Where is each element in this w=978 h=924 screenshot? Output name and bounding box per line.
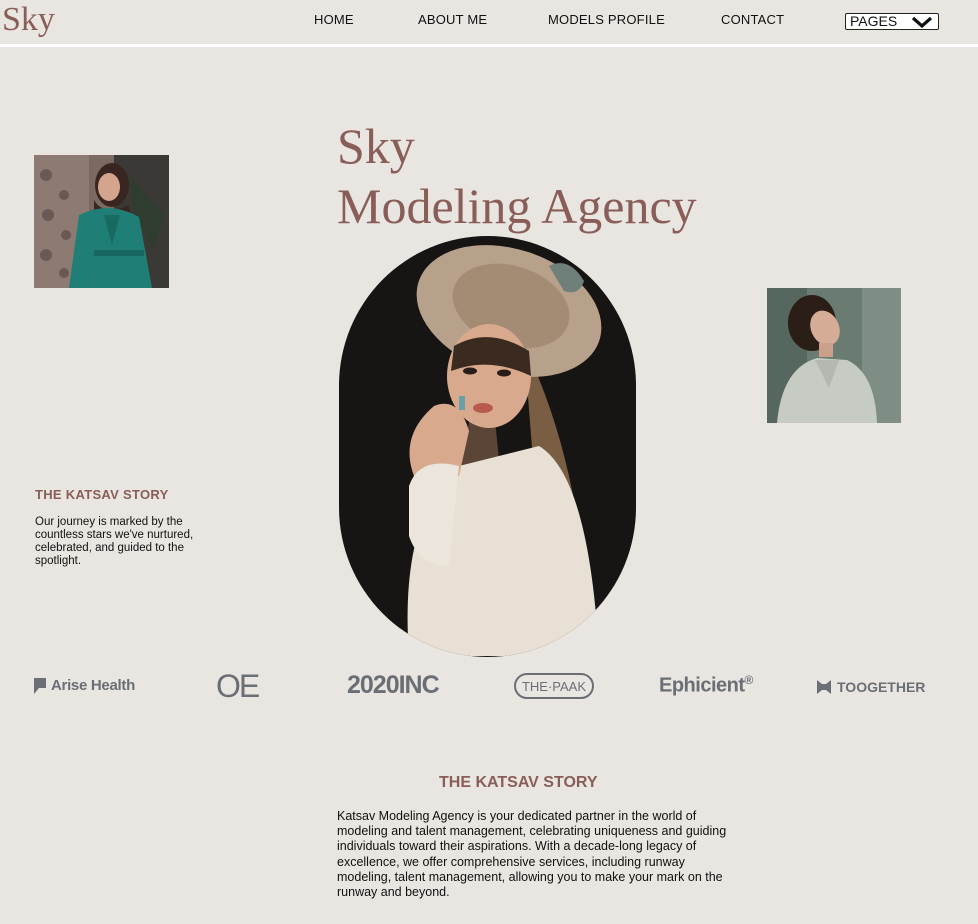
- chevron-down-icon: [912, 16, 933, 28]
- brand-logo-oe: OE: [216, 668, 260, 704]
- brand-logo-the-paak: THE·PAAK: [514, 673, 594, 699]
- brand-toogether-text: TOOGETHER: [837, 679, 926, 695]
- registered-mark: ®: [744, 673, 754, 687]
- bowtie-icon: [817, 680, 831, 694]
- header-divider: [0, 44, 978, 47]
- nav-home[interactable]: HOME: [314, 12, 354, 27]
- story-left-heading: THE KATSAV STORY: [35, 487, 169, 502]
- hero-title: Sky Modeling Agency: [337, 116, 697, 236]
- brand-ephicient-text: Ephicient: [659, 674, 745, 697]
- brand-logo-toogether: TOOGETHER: [817, 679, 925, 695]
- flag-icon: [34, 677, 46, 694]
- pages-dropdown[interactable]: PAGES: [845, 13, 939, 30]
- nav-models-profile[interactable]: MODELS PROFILE: [548, 12, 665, 27]
- site-logo[interactable]: Sky: [2, 0, 55, 40]
- nav-about-me[interactable]: ABOUT ME: [418, 12, 487, 27]
- page: Sky HOME ABOUT ME MODELS PROFILE CONTACT…: [0, 0, 978, 924]
- model-photo-man-hoodie[interactable]: [767, 288, 901, 423]
- model-photo-woman-teal-coat[interactable]: [34, 155, 169, 288]
- nav-contact[interactable]: CONTACT: [721, 12, 784, 27]
- brand-logo-ephicient: Ephicient®: [659, 673, 753, 698]
- hero-title-line1: Sky: [337, 118, 415, 174]
- hero-title-line2: Modeling Agency: [337, 178, 697, 234]
- brand-logo-arise-health: Arise Health: [34, 677, 135, 694]
- story-heading: THE KATSAV STORY: [439, 774, 598, 791]
- story-text: Katsav Modeling Agency is your dedicated…: [337, 809, 727, 900]
- pages-dropdown-label: PAGES: [850, 13, 898, 29]
- story-left-text: Our journey is marked by the countless s…: [35, 516, 194, 567]
- model-photo-woman-hat[interactable]: [339, 236, 636, 657]
- brand-arise-text: Arise Health: [51, 677, 135, 694]
- brand-logo-2020inc: 2020INC: [347, 671, 440, 699]
